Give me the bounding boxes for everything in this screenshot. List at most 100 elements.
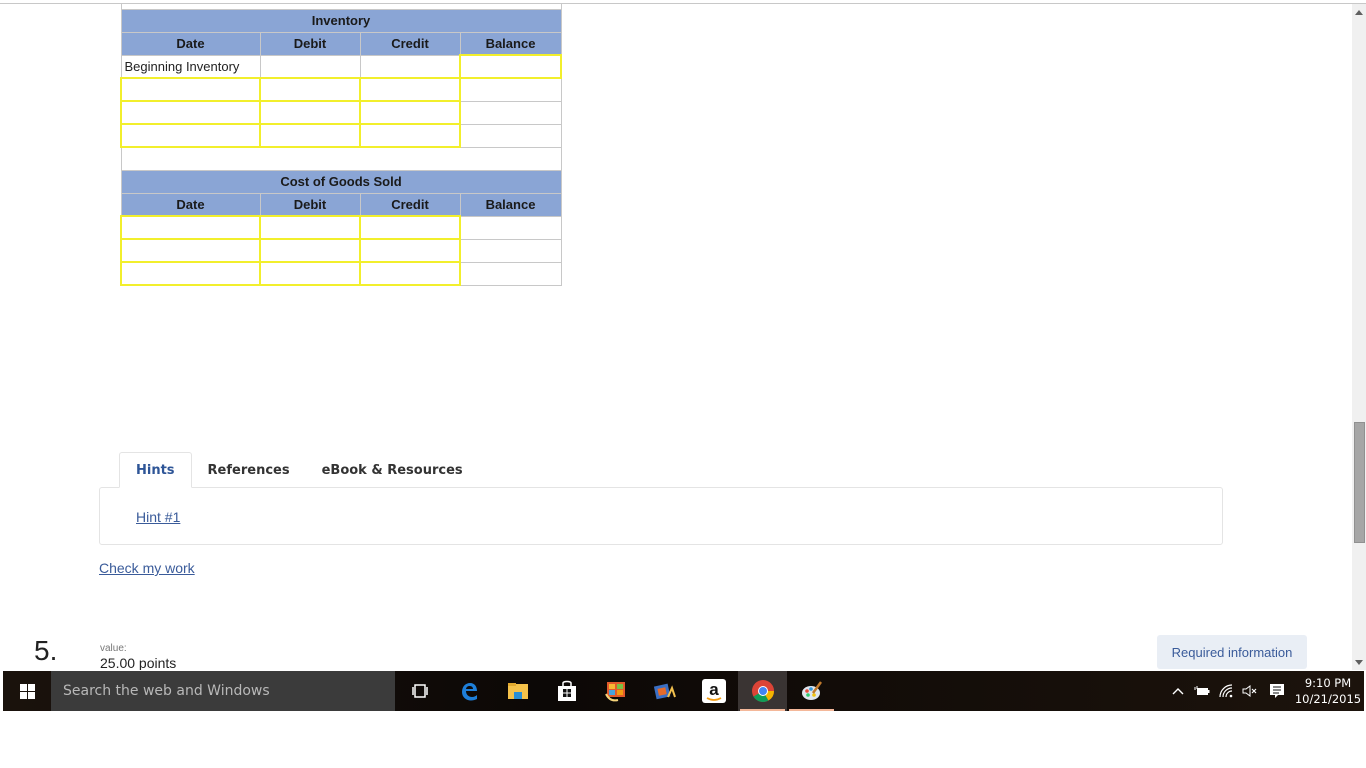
- table-spacer: [120, 146, 562, 171]
- cogs-debit-field[interactable]: [264, 240, 356, 261]
- inventory-balance-cell: [459, 100, 562, 125]
- movie-maker-button[interactable]: [640, 671, 689, 711]
- inventory-col-credit: Credit: [359, 31, 461, 56]
- paint-button[interactable]: [787, 671, 836, 711]
- amazon-button[interactable]: a: [689, 671, 738, 711]
- cogs-row: [120, 238, 562, 263]
- inventory-beginning-balance-input[interactable]: [459, 54, 562, 79]
- inventory-beginning-balance-field[interactable]: [464, 56, 557, 77]
- question-points: 25.00 points: [100, 655, 177, 670]
- cogs-credit-input[interactable]: [359, 215, 461, 240]
- inventory-credit-field[interactable]: [364, 79, 456, 100]
- cogs-credit-input[interactable]: [359, 238, 461, 263]
- inventory-credit-field[interactable]: [364, 125, 456, 146]
- hint-1-link[interactable]: Hint #1: [136, 509, 180, 525]
- inventory-credit-input[interactable]: [359, 123, 461, 148]
- inventory-row: [120, 123, 562, 148]
- chrome-button[interactable]: [738, 671, 787, 711]
- volume-button[interactable]: [1238, 671, 1262, 711]
- taskbar-search-box[interactable]: Search the web and Windows: [51, 671, 395, 711]
- cogs-balance-cell: [459, 261, 562, 286]
- task-view-icon: [411, 684, 428, 698]
- inventory-date-input[interactable]: [120, 100, 261, 125]
- cogs-debit-input[interactable]: [259, 261, 361, 286]
- inventory-date-field[interactable]: [125, 102, 256, 123]
- scroll-up-arrow-icon[interactable]: [1355, 10, 1363, 15]
- cogs-col-debit: Debit: [259, 192, 361, 217]
- cogs-date-field[interactable]: [125, 240, 256, 261]
- windows-logo-icon: [19, 683, 35, 699]
- inventory-balance-cell: [459, 123, 562, 148]
- tab-ebook-resources[interactable]: eBook & Resources: [306, 452, 479, 488]
- vertical-scrollbar[interactable]: [1352, 4, 1366, 670]
- tab-references[interactable]: References: [192, 452, 306, 488]
- start-button[interactable]: [3, 671, 51, 711]
- inventory-debit-input[interactable]: [259, 123, 361, 148]
- cogs-credit-field[interactable]: [364, 263, 456, 284]
- cogs-date-input[interactable]: [120, 238, 261, 263]
- volume-muted-icon: [1242, 685, 1257, 697]
- question-value-label: value:: [100, 643, 127, 654]
- cogs-credit-field[interactable]: [364, 240, 456, 261]
- cogs-debit-field[interactable]: [264, 263, 356, 284]
- inventory-row-debit: [259, 54, 361, 79]
- cogs-date-input[interactable]: [120, 261, 261, 286]
- inventory-row: [120, 100, 562, 125]
- inventory-debit-input[interactable]: [259, 100, 361, 125]
- cogs-debit-field[interactable]: [264, 217, 356, 238]
- inventory-row-credit: [359, 54, 461, 79]
- task-view-button[interactable]: [395, 671, 444, 711]
- system-tray: 9:10 PM 10/21/2015: [1166, 671, 1364, 711]
- required-information-button[interactable]: Required information: [1157, 635, 1307, 669]
- question-number: 5.: [34, 635, 58, 666]
- inventory-debit-field[interactable]: [264, 79, 356, 100]
- inventory-col-balance: Balance: [459, 31, 562, 56]
- wifi-icon: [1219, 684, 1233, 698]
- cogs-account-title: Cost of Goods Sold: [120, 169, 562, 194]
- cogs-balance-cell: [459, 215, 562, 240]
- taskbar-apps: a: [395, 671, 836, 711]
- assignment-page: Inventory Date Debit Credit Balance Begi…: [3, 4, 1353, 670]
- cogs-date-input[interactable]: [120, 215, 261, 240]
- scroll-down-arrow-icon[interactable]: [1355, 660, 1363, 665]
- tab-hints[interactable]: Hints: [119, 452, 192, 488]
- t-account-table: Inventory Date Debit Credit Balance Begi…: [120, 4, 562, 286]
- scroll-thumb[interactable]: [1354, 422, 1365, 543]
- file-explorer-button[interactable]: [493, 671, 542, 711]
- taskbar-clock[interactable]: 9:10 PM 10/21/2015: [1292, 675, 1364, 707]
- clock-date: 10/21/2015: [1294, 692, 1362, 706]
- movie-maker-icon: [653, 683, 676, 700]
- cogs-debit-input[interactable]: [259, 215, 361, 240]
- inventory-date-field[interactable]: [125, 125, 256, 146]
- battery-button[interactable]: [1190, 671, 1214, 711]
- cogs-debit-input[interactable]: [259, 238, 361, 263]
- inventory-date-input[interactable]: [120, 77, 261, 102]
- cogs-credit-input[interactable]: [359, 261, 461, 286]
- show-hidden-icons-button[interactable]: [1166, 671, 1190, 711]
- cogs-date-field[interactable]: [125, 263, 256, 284]
- cogs-col-credit: Credit: [359, 192, 461, 217]
- cogs-col-balance: Balance: [459, 192, 562, 217]
- store-button[interactable]: [542, 671, 591, 711]
- notification-icon: [1270, 684, 1284, 698]
- svg-text:a: a: [709, 680, 719, 699]
- inventory-credit-field[interactable]: [364, 102, 456, 123]
- inventory-account-title: Inventory: [120, 8, 562, 33]
- inventory-debit-field[interactable]: [264, 102, 356, 123]
- inventory-date-input[interactable]: [120, 123, 261, 148]
- cogs-credit-field[interactable]: [364, 217, 456, 238]
- action-center-button[interactable]: [1262, 671, 1292, 711]
- inventory-debit-field[interactable]: [264, 125, 356, 146]
- cogs-col-date: Date: [120, 192, 261, 217]
- edge-icon: [461, 683, 477, 701]
- edge-button[interactable]: [444, 671, 493, 711]
- inventory-date-field[interactable]: [125, 79, 256, 100]
- inventory-credit-input[interactable]: [359, 100, 461, 125]
- inventory-col-debit: Debit: [259, 31, 361, 56]
- photo-gallery-button[interactable]: [591, 671, 640, 711]
- check-my-work-link[interactable]: Check my work: [99, 560, 195, 576]
- wifi-button[interactable]: [1214, 671, 1238, 711]
- cogs-date-field[interactable]: [125, 217, 256, 238]
- inventory-debit-input[interactable]: [259, 77, 361, 102]
- inventory-credit-input[interactable]: [359, 77, 461, 102]
